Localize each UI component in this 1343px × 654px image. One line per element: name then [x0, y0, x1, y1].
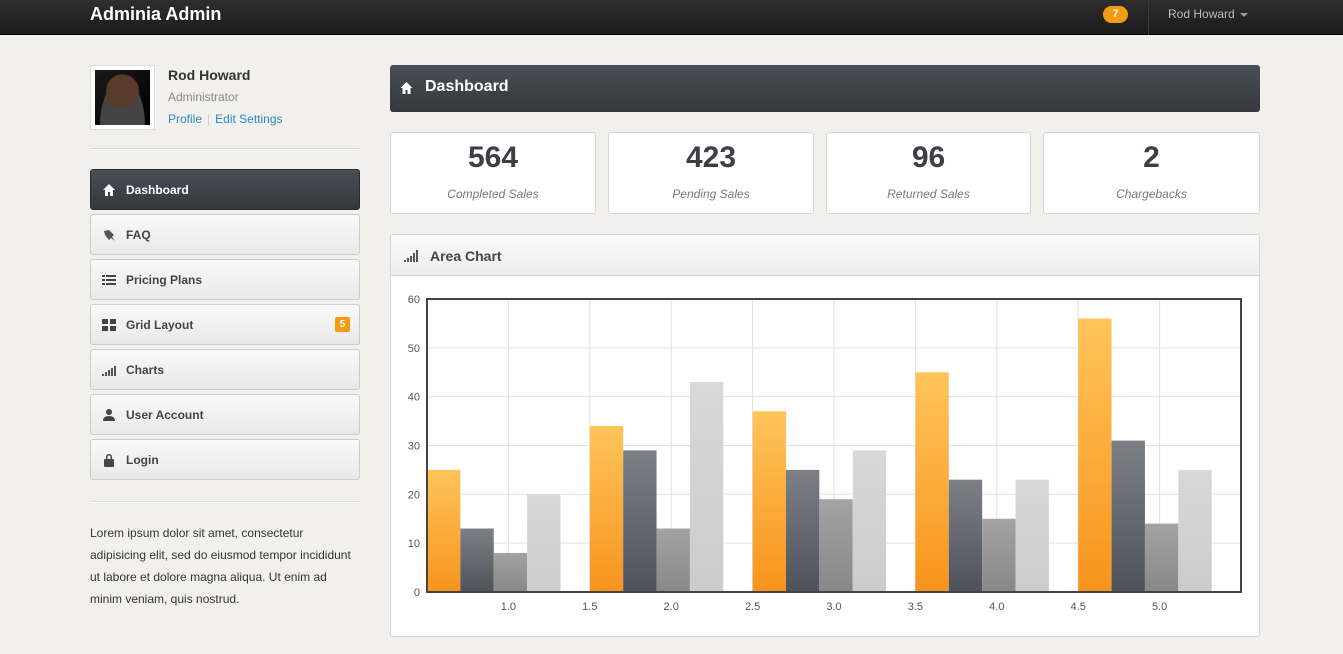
sidebar-item-dashboard[interactable]: Dashboard — [90, 169, 360, 210]
home-icon — [103, 184, 115, 196]
stat-value: 564 — [467, 141, 519, 174]
bar — [852, 450, 887, 592]
grid-icon — [102, 319, 116, 331]
brand-title[interactable]: Adminia Admin — [90, 4, 221, 25]
profile-links: Profile | Edit Settings — [168, 112, 283, 126]
bar — [1144, 523, 1179, 592]
y-tick-label: 30 — [408, 441, 420, 453]
lock-icon — [104, 454, 114, 467]
count-badge: 5 — [335, 317, 350, 332]
list-icon — [102, 275, 116, 285]
chart-panel: Area Chart 0 10 20 30 40 50 60 1.0 1.5 2.0 2.5 3.0 3… — [390, 234, 1260, 637]
sidebar-item-charts[interactable]: Charts — [90, 349, 360, 390]
stat-box-completed-sales: 564 Completed Sales — [390, 132, 596, 214]
bar — [460, 528, 494, 592]
stat-label: Returned Sales — [887, 187, 970, 201]
top-navbar: Adminia Admin 7 Rod Howard — [0, 0, 1343, 35]
profile-link[interactable]: Profile — [168, 112, 202, 126]
stat-value: 96 — [911, 141, 946, 174]
x-tick-label: 4.5 — [1071, 601, 1086, 613]
caret-down-icon — [1239, 12, 1248, 17]
sidebar-item-label: User Account — [126, 408, 204, 422]
stat-box-returned-sales: 96 Returned Sales — [826, 132, 1031, 214]
sidebar-item-grid-layout[interactable]: Grid Layout 5 — [90, 304, 360, 345]
bar — [656, 528, 690, 592]
sidebar-description: Lorem ipsum dolor sit amet, consectetur … — [90, 526, 351, 606]
user-menu-label: Rod Howard — [1168, 7, 1235, 21]
x-tick-label: 1.0 — [501, 601, 516, 613]
bar — [982, 518, 1016, 592]
page-header: Dashboard — [390, 65, 1260, 112]
edit-settings-link[interactable]: Edit Settings — [215, 112, 282, 126]
stat-value: 423 — [685, 141, 737, 174]
stat-box-pending-sales: 423 Pending Sales — [608, 132, 814, 214]
user-menu-dropdown[interactable]: Rod Howard — [1168, 7, 1248, 21]
sidebar-item-label: Pricing Plans — [126, 273, 203, 287]
avatar-photo — [95, 70, 150, 125]
home-icon — [400, 82, 413, 94]
y-tick-label: 0 — [414, 587, 420, 599]
bar — [752, 411, 786, 592]
bar — [623, 450, 657, 592]
x-tick-label: 2.0 — [664, 601, 679, 613]
stat-box-chargebacks: 2 Chargebacks — [1043, 132, 1260, 214]
y-tick-label: 20 — [408, 489, 420, 501]
divider — [90, 501, 360, 503]
bar — [527, 494, 561, 592]
x-tick-label: 5.0 — [1152, 601, 1167, 613]
y-tick-label: 60 — [408, 294, 420, 306]
sidebar-item-label: Charts — [126, 363, 165, 377]
x-tick-label: 4.0 — [989, 601, 1004, 613]
sidebar-item-label: FAQ — [126, 228, 151, 242]
sidebar-item-label: Login — [126, 453, 159, 467]
sidebar-item-login[interactable]: Login — [90, 439, 360, 480]
bar — [1078, 318, 1112, 592]
bar — [785, 469, 820, 592]
y-tick-label: 50 — [408, 343, 420, 355]
navbar-divider — [1148, 0, 1149, 35]
link-separator: | — [207, 112, 211, 126]
y-tick-label: 10 — [408, 538, 420, 550]
bar — [1178, 469, 1212, 592]
x-tick-label: 2.5 — [745, 601, 760, 613]
bar — [1015, 479, 1049, 592]
user-icon — [103, 409, 115, 421]
avatar — [90, 65, 155, 130]
sidebar-item-pricing-plans[interactable]: Pricing Plans — [90, 259, 360, 300]
profile-name: Rod Howard — [168, 67, 251, 83]
bar — [589, 425, 624, 592]
bar — [948, 479, 983, 592]
y-tick-label: 40 — [408, 392, 420, 404]
x-tick-label: 1.5 — [582, 601, 597, 613]
bar — [819, 499, 853, 592]
x-tick-label: 3.0 — [826, 601, 841, 613]
bar — [427, 469, 461, 592]
stat-label: Completed Sales — [447, 187, 539, 201]
sidebar-item-label: Grid Layout — [126, 318, 194, 332]
bar-chart: 0 10 20 30 40 50 60 1.0 1.5 2.0 2.5 3.0 3.5 4.0 4.5 5.0 — [408, 294, 1242, 613]
bar — [1111, 440, 1145, 592]
signal-icon — [102, 366, 116, 376]
profile-role: Administrator — [168, 90, 239, 104]
stat-label: Pending Sales — [672, 187, 750, 201]
stat-value: 2 — [1143, 141, 1160, 174]
page-title: Dashboard — [425, 78, 509, 95]
bar — [915, 372, 949, 592]
stat-label: Chargebacks — [1116, 187, 1187, 201]
x-tick-label: 3.5 — [908, 601, 923, 613]
sidebar-item-faq[interactable]: FAQ — [90, 214, 360, 255]
bar — [689, 382, 724, 592]
sidebar-item-user-account[interactable]: User Account — [90, 394, 360, 435]
bar — [493, 552, 528, 592]
notification-badge[interactable]: 7 — [1103, 6, 1128, 23]
divider — [90, 148, 360, 150]
pushpin-icon — [104, 230, 115, 241]
sidebar-item-label: Dashboard — [126, 183, 189, 197]
